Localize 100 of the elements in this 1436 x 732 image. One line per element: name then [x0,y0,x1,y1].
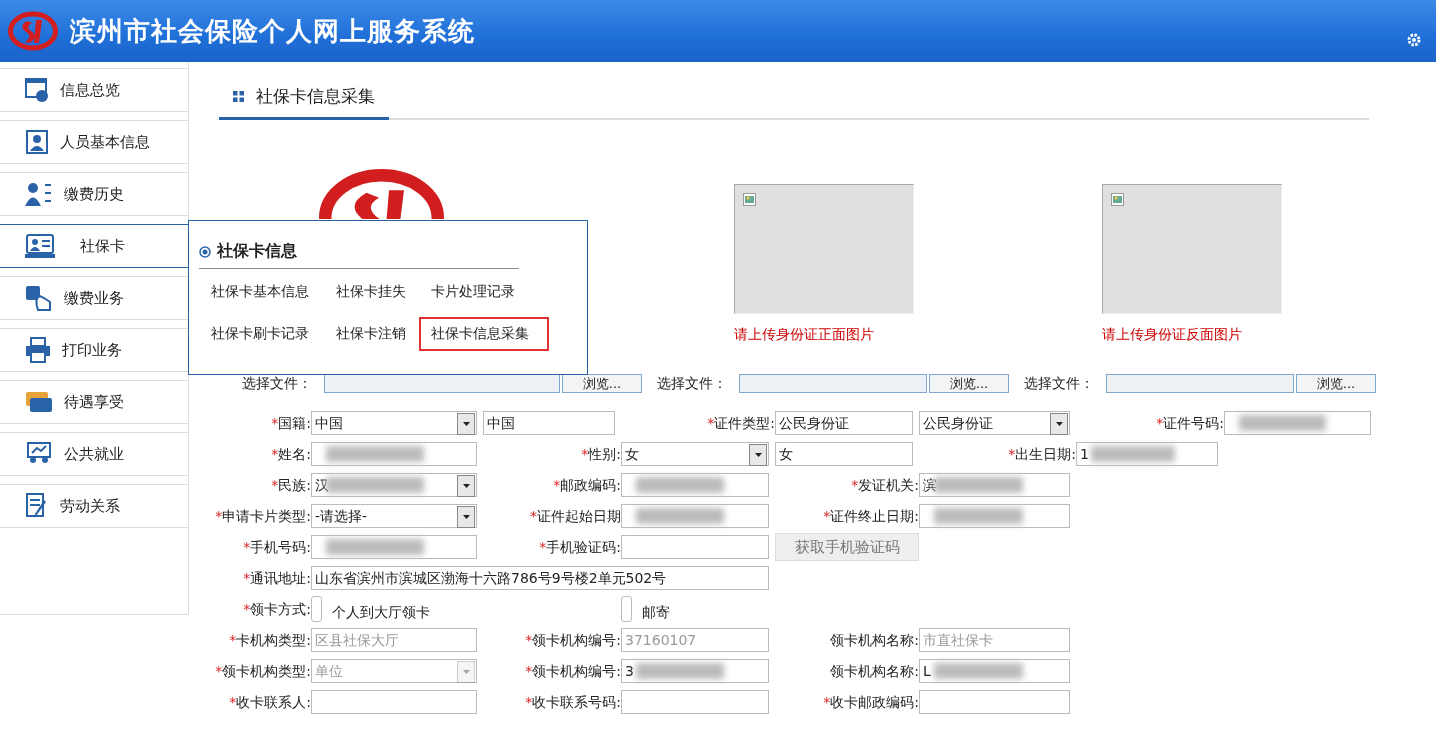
sidebar-item[interactable]: 待遇享受 [0,380,188,424]
submenu-link[interactable]: 社保卡刷卡记录 [199,317,324,351]
field-label: 领卡机构编号: [532,663,621,678]
tab[interactable]: 社保卡信息采集 [219,76,389,120]
field-label: 领卡机构类型: [222,663,311,678]
input-field[interactable]: 女 [775,441,913,466]
radio-button[interactable] [621,596,632,622]
dropdown[interactable]: 汉 [311,472,477,497]
dropdown[interactable]: -请选择- [311,503,477,528]
radio-label: 邮寄 [642,604,670,622]
broken-image-icon [1111,193,1124,206]
card-user-icon [24,233,56,259]
submenu-link[interactable]: 社保卡注销 [324,317,419,351]
file-path-field[interactable] [739,374,927,393]
radio-button[interactable] [311,596,322,622]
input-field[interactable] [1224,410,1371,435]
input-field[interactable]: 3 [621,658,769,683]
submenu-link[interactable]: 卡片处理记录 [419,275,549,309]
required-mark: * [823,508,831,523]
input-field[interactable]: 公民身份证 [775,410,913,435]
field-label: 国籍: [278,415,311,430]
sidebar-item[interactable]: 缴费业务 [0,276,188,320]
input-field[interactable] [919,689,1070,714]
input-field[interactable]: 滨 [919,472,1070,497]
sidebar-item[interactable]: 信息总览 [0,68,188,112]
submenu-link[interactable]: 社保卡信息采集 [419,317,549,351]
input-field[interactable] [311,535,477,559]
browse-button[interactable]: 浏览... [562,374,642,393]
caret-icon [462,514,470,519]
required-mark: * [539,540,547,554]
sidebar-item[interactable]: 打印业务 [0,328,188,372]
field-label: 证件号码: [1163,415,1224,430]
field-label: 手机验证码: [546,540,621,554]
person-list-icon [24,181,54,207]
required-mark: * [243,570,251,585]
file-path-field[interactable] [1106,374,1294,393]
sidebar-item[interactable]: 人员基本信息 [0,120,188,164]
input-field[interactable]: 中国 [483,410,615,435]
sidebar-item[interactable]: 缴费历史 [0,172,188,216]
required-mark: * [271,446,279,461]
input-field[interactable] [621,689,769,714]
settings-icon[interactable] [1406,32,1422,48]
dropdown[interactable]: 公民身份证 [919,410,1070,435]
input-field[interactable]: 山东省滨州市滨城区渤海十六路786号9号楼2单元502号 [311,565,769,590]
file-label: 选择文件： [657,374,728,393]
submenu-link[interactable]: 社保卡基本信息 [199,275,324,309]
required-mark: * [1008,446,1016,461]
field-label: 申请卡片类型: [222,508,311,523]
input-field[interactable]: 1 [1076,441,1218,466]
field-label: 民族: [278,477,311,492]
required-mark: * [530,508,537,523]
radio-label: 个人到大厅领卡 [332,604,430,622]
file-label: 选择文件： [242,374,313,393]
caret-icon [462,421,470,426]
sidebar-item[interactable]: 劳动关系 [0,484,188,528]
browse-button[interactable]: 浏览... [1296,374,1376,393]
field-label: 领卡方式: [250,601,311,616]
input-field[interactable]: L [919,658,1070,683]
radio-dot-icon [199,245,211,258]
required-mark: * [271,477,279,492]
caret-icon [462,669,470,674]
caret-icon [1055,421,1063,426]
required-mark: * [553,477,561,492]
input-field[interactable] [311,441,477,466]
upload-hint: 请上传身份证反面图片 [1102,326,1243,344]
system-title: 滨州市社会保险个人网上服务系统 [70,14,475,48]
required-mark: * [581,446,589,461]
sidebar-item[interactable]: 社保卡 [0,224,188,268]
input-field[interactable] [919,503,1070,528]
field-label: 收卡联系人: [236,694,311,709]
input-field[interactable] [311,689,477,714]
field-label: 出生日期: [1015,446,1076,461]
required-mark: * [271,415,279,430]
browse-button[interactable]: 浏览... [929,374,1009,393]
required-mark: * [823,694,831,709]
field-label: 领卡机构编号: [532,632,621,647]
field-label: 邮政编码: [560,477,621,492]
input-field[interactable] [621,472,769,497]
dropdown[interactable]: 女 [621,441,769,466]
field-label: 发证机关: [858,477,919,492]
field-label: 收卡联系号码: [532,694,621,709]
required-mark: * [215,663,223,678]
grid-icon [233,91,244,102]
sidebar-item[interactable]: 公共就业 [0,432,188,476]
submenu-link[interactable]: 社保卡挂失 [324,275,419,309]
input-field[interactable] [621,503,769,528]
get-code-button[interactable]: 获取手机验证码 [775,533,919,561]
required-mark: * [525,694,533,709]
required-mark: * [525,632,533,647]
field-label: 手机号码: [250,540,311,554]
input-field[interactable] [621,535,769,559]
cards-icon [24,390,54,414]
browser-globe-icon [24,77,50,103]
field-label: 证件起始日期 [537,508,621,523]
required-mark: * [243,540,251,554]
caret-icon [462,483,470,488]
dropdown[interactable]: 中国 [311,410,477,435]
required-mark: * [243,601,251,616]
submenu-title: 社保卡信息 [217,241,297,262]
field-label: 卡机构类型: [236,632,311,647]
